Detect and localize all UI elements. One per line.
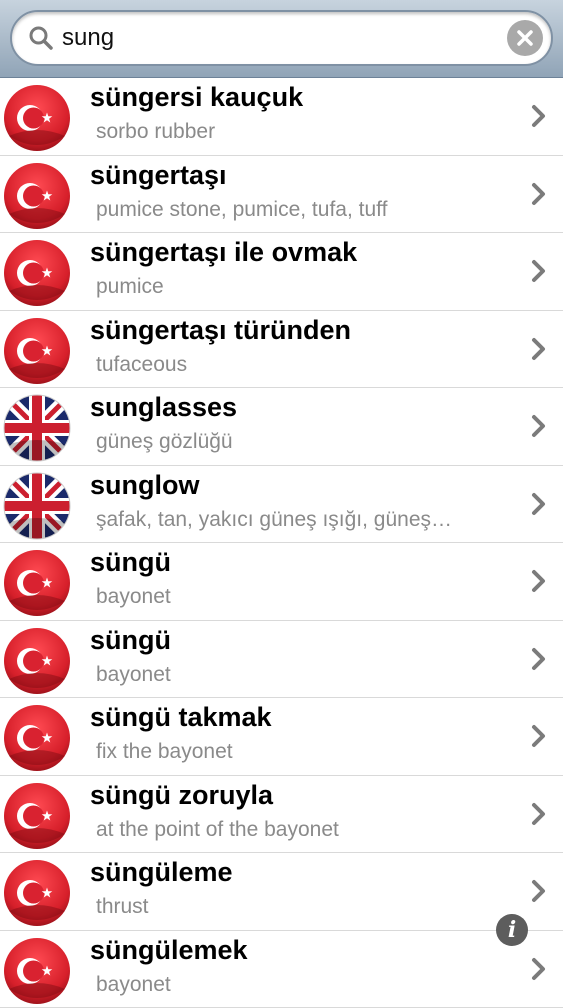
chevron-right-icon — [531, 569, 547, 593]
result-translation: pumice — [96, 275, 516, 299]
result-row[interactable]: süngersi kauçuk sorbo rubber — [0, 78, 563, 156]
result-row[interactable]: süngertaşı türünden tufaceous — [0, 311, 563, 389]
result-row[interactable]: sunglow şafak, tan, yakıcı güneş ışığı, g… — [0, 466, 563, 544]
chevron-right-icon — [531, 647, 547, 671]
chevron-right-icon — [531, 492, 547, 516]
result-row[interactable]: süngü bayonet — [0, 543, 563, 621]
turkish-flag-icon — [3, 704, 71, 772]
result-word: süngülemek — [90, 935, 248, 966]
search-bar — [0, 0, 563, 78]
chevron-right-icon — [531, 802, 547, 826]
search-input[interactable] — [62, 20, 492, 56]
result-word: süngüleme — [90, 857, 233, 888]
turkish-flag-icon — [3, 549, 71, 617]
result-translation: şafak, tan, yakıcı güneş ışığı, güneş… — [96, 508, 516, 532]
turkish-flag-icon — [3, 627, 71, 695]
result-row[interactable]: süngü zoruyla at the point of the bayonet — [0, 776, 563, 854]
result-row[interactable]: sunglasses güneş gözlüğü — [0, 388, 563, 466]
result-word: süngersi kauçuk — [90, 82, 303, 113]
chevron-right-icon — [531, 724, 547, 748]
result-translation: güneş gözlüğü — [96, 430, 516, 454]
result-row[interactable]: süngertaşı ile ovmak pumice — [0, 233, 563, 311]
info-button[interactable]: i — [496, 914, 528, 946]
results-list: süngersi kauçuk sorbo rubber süngertaşı pu… — [0, 78, 563, 1008]
result-word: süngü zoruyla — [90, 780, 273, 811]
turkish-flag-icon — [3, 239, 71, 307]
result-translation: at the point of the bayonet — [96, 818, 516, 842]
result-word: süngertaşı türünden — [90, 315, 351, 346]
result-word: süngü — [90, 625, 171, 656]
result-translation: bayonet — [96, 663, 516, 687]
result-translation: sorbo rubber — [96, 120, 516, 144]
chevron-right-icon — [531, 259, 547, 283]
chevron-right-icon — [531, 879, 547, 903]
chevron-right-icon — [531, 414, 547, 438]
result-translation: bayonet — [96, 973, 516, 997]
result-word: süngü takmak — [90, 702, 272, 733]
uk-flag-icon — [3, 472, 71, 540]
clear-search-button[interactable] — [507, 20, 543, 56]
turkish-flag-icon — [3, 859, 71, 927]
search-icon — [28, 25, 54, 51]
chevron-right-icon — [531, 182, 547, 206]
result-row[interactable]: süngüleme thrust — [0, 853, 563, 931]
result-translation: bayonet — [96, 585, 516, 609]
chevron-right-icon — [531, 957, 547, 981]
chevron-right-icon — [531, 104, 547, 128]
result-translation: thrust — [96, 895, 516, 919]
result-row[interactable]: süngü takmak fix the bayonet — [0, 698, 563, 776]
turkish-flag-icon — [3, 317, 71, 385]
result-word: süngertaşı — [90, 160, 227, 191]
turkish-flag-icon — [3, 84, 71, 152]
turkish-flag-icon — [3, 162, 71, 230]
result-translation: pumice stone, pumice, tufa, tuff — [96, 198, 516, 222]
uk-flag-icon — [3, 394, 71, 462]
result-translation: fix the bayonet — [96, 740, 516, 764]
result-word: sunglasses — [90, 392, 237, 423]
result-row[interactable]: süngülemek bayonet — [0, 931, 563, 1008]
result-word: süngertaşı ile ovmak — [90, 237, 357, 268]
result-row[interactable]: süngü bayonet — [0, 621, 563, 699]
result-word: süngü — [90, 547, 171, 578]
turkish-flag-icon — [3, 782, 71, 850]
result-row[interactable]: süngertaşı pumice stone, pumice, tufa, tu… — [0, 156, 563, 234]
turkish-flag-icon — [3, 937, 71, 1005]
result-word: sunglow — [90, 470, 200, 501]
search-field[interactable] — [10, 10, 553, 66]
clear-icon — [515, 28, 535, 48]
result-translation: tufaceous — [96, 353, 516, 377]
chevron-right-icon — [531, 337, 547, 361]
